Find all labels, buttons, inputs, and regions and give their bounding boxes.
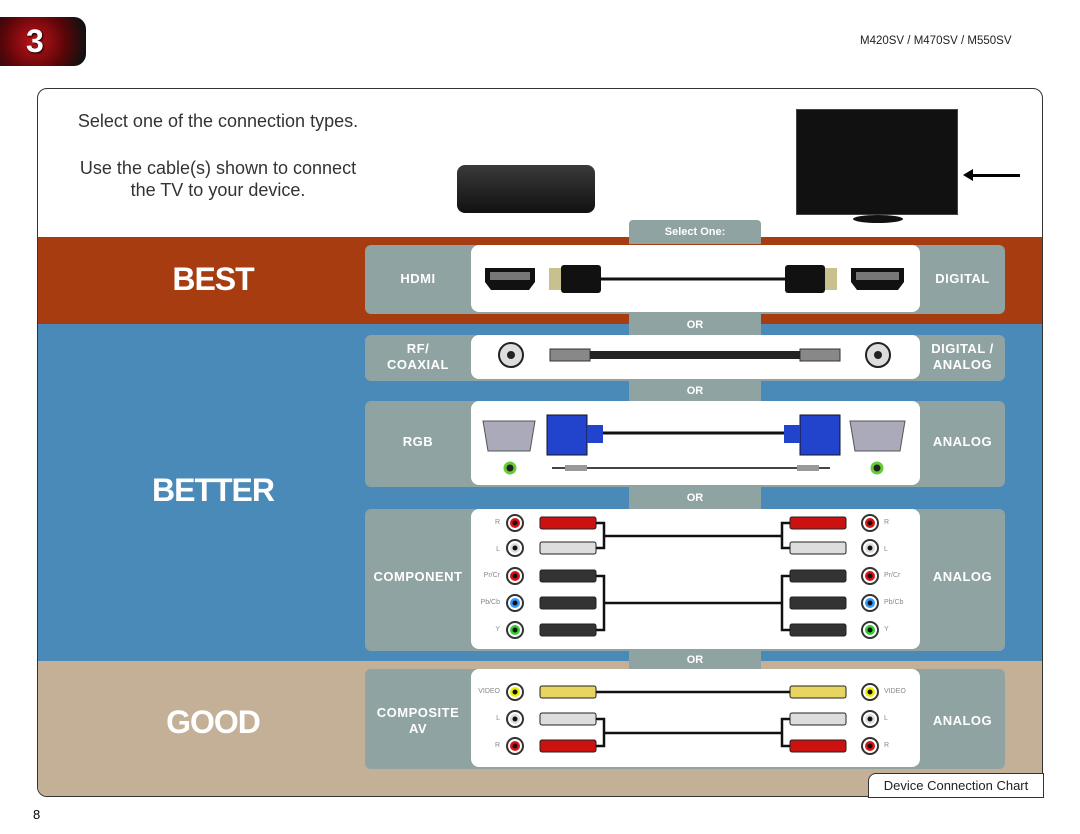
chart-title: Device Connection Chart bbox=[868, 773, 1044, 798]
jack-label: Pb/Cb bbox=[480, 599, 500, 606]
jack-label: Y bbox=[495, 626, 500, 633]
rca-plug-icon bbox=[539, 712, 597, 726]
vga-cable-icon bbox=[482, 414, 906, 475]
jack-label: Y bbox=[884, 626, 889, 633]
jack-label: L bbox=[496, 715, 500, 722]
rca-plug-icon bbox=[539, 685, 597, 699]
jack-label: L bbox=[496, 546, 500, 553]
rca-plug-icon bbox=[789, 569, 847, 583]
jack-label: R bbox=[494, 519, 500, 526]
jack-label: VIDEO bbox=[478, 688, 500, 695]
rca-plug-icon bbox=[539, 541, 597, 555]
rca-plug-icon bbox=[539, 596, 597, 610]
rca-plug-icon bbox=[539, 739, 597, 753]
rca-plug-icon bbox=[789, 739, 847, 753]
jack-label: R bbox=[884, 742, 890, 749]
jack-label: L bbox=[884, 715, 888, 722]
rca-plug-icon bbox=[789, 623, 847, 637]
rca-plug-icon bbox=[789, 685, 847, 699]
rca-plug-icon bbox=[789, 516, 847, 530]
jack-label: VIDEO bbox=[884, 688, 906, 695]
rca-plug-icon bbox=[539, 516, 597, 530]
rca-plug-icon bbox=[789, 712, 847, 726]
hdmi-cable-icon bbox=[485, 265, 904, 293]
manual-page: 3 M420SV / M470SV / M550SV Select one of… bbox=[0, 0, 1080, 834]
rca-plug-icon bbox=[789, 596, 847, 610]
cable-illustrations bbox=[482, 265, 906, 755]
jack-label: R bbox=[884, 519, 890, 526]
jack-label: Pr/Cr bbox=[884, 572, 901, 579]
composite-cable-icon bbox=[506, 683, 879, 755]
rca-plug-icon bbox=[789, 541, 847, 555]
component-cable-icon bbox=[506, 514, 879, 639]
jack-label: Pb/Cb bbox=[884, 599, 904, 606]
jack-label: Pr/Cr bbox=[483, 572, 500, 579]
page-number: 8 bbox=[33, 807, 41, 822]
rca-plug-icon bbox=[539, 569, 597, 583]
jack-label: R bbox=[494, 742, 500, 749]
rca-plug-icon bbox=[539, 623, 597, 637]
jack-label: L bbox=[884, 546, 888, 553]
coaxial-cable-icon bbox=[498, 342, 891, 368]
